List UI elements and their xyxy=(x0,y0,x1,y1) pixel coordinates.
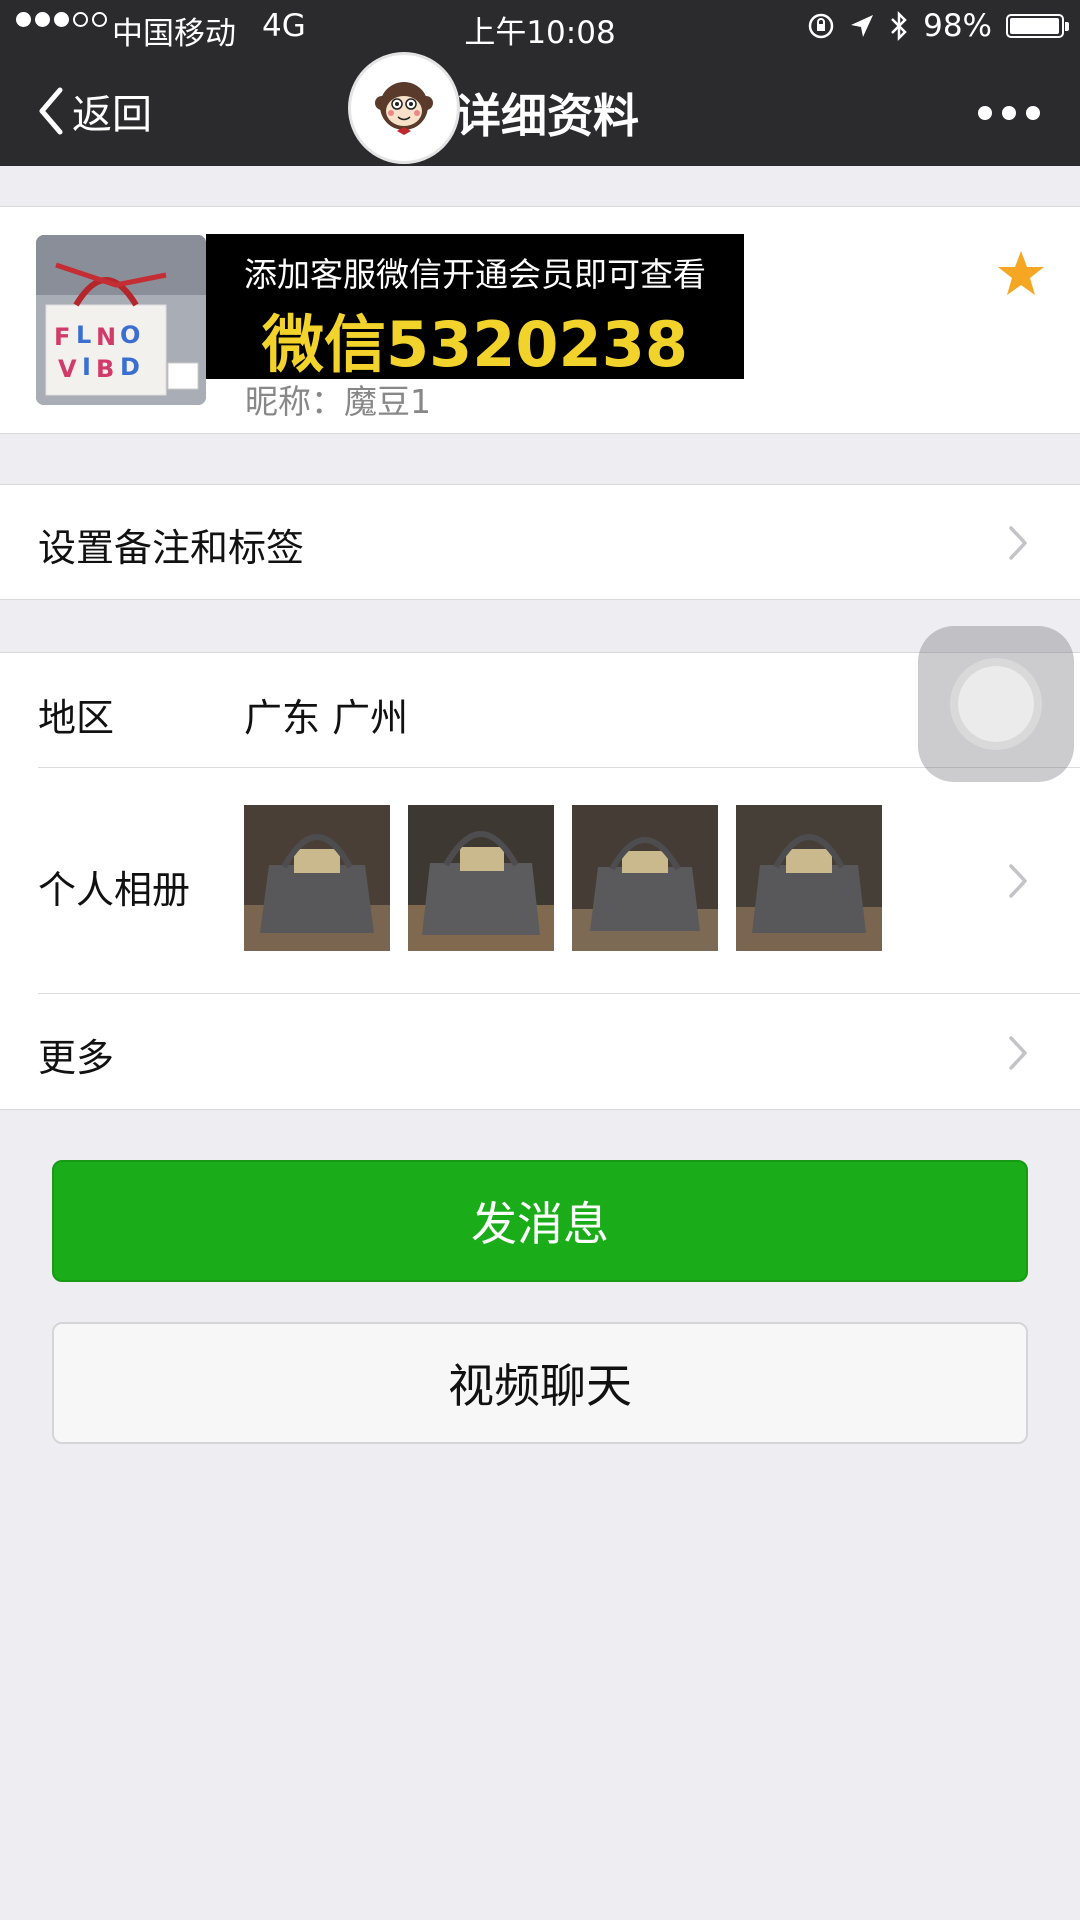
chevron-right-icon xyxy=(1009,1036,1027,1070)
more-dots-icon[interactable] xyxy=(978,106,1040,120)
battery-icon xyxy=(1006,14,1069,38)
monkey-logo xyxy=(348,52,460,164)
chevron-right-icon xyxy=(1009,526,1027,560)
location-arrow-icon xyxy=(851,15,874,37)
bluetooth-icon xyxy=(891,10,907,42)
album-photo[interactable] xyxy=(244,805,390,951)
region-value: 广东 广州 xyxy=(244,696,409,740)
nav-bar: 返回 详细资料 xyxy=(0,54,1080,166)
send-message-button[interactable]: 发消息 xyxy=(52,1160,1028,1282)
chevron-left-icon xyxy=(39,87,63,135)
lock-rotation-icon xyxy=(808,13,834,39)
remark-row[interactable]: 设置备注和标签 xyxy=(0,484,1080,600)
svg-text:D: D xyxy=(120,353,140,381)
page-title: 详细资料 xyxy=(455,89,639,143)
svg-text:L: L xyxy=(76,321,91,349)
svg-text:F: F xyxy=(54,323,70,351)
svg-text:I: I xyxy=(82,353,91,381)
promo-text: 添加客服微信开通会员即可查看 xyxy=(244,255,706,294)
svg-text:V: V xyxy=(58,355,77,383)
album-photo[interactable] xyxy=(736,805,882,951)
album-photo[interactable] xyxy=(408,805,554,951)
svg-text:O: O xyxy=(120,321,140,349)
album-photo[interactable] xyxy=(572,805,718,951)
status-icons: 98% xyxy=(807,8,1069,44)
status-bar: 中国移动 4G 上午10:08 98% xyxy=(0,0,1080,54)
assistive-touch-icon xyxy=(958,666,1034,742)
promo-wechat-id: 微信5320238 xyxy=(262,308,688,381)
chevron-right-icon xyxy=(1009,864,1027,898)
region-label: 地区 xyxy=(38,696,115,740)
battery-percent: 98% xyxy=(923,8,992,44)
back-label: 返回 xyxy=(72,92,152,138)
avatar[interactable]: F L N O V I B D xyxy=(36,235,206,405)
back-button[interactable]: 返回 xyxy=(36,82,152,140)
svg-text:B: B xyxy=(96,355,114,383)
assistive-touch-button[interactable] xyxy=(918,626,1074,782)
star-icon[interactable] xyxy=(996,249,1046,297)
remark-label: 设置备注和标签 xyxy=(38,526,305,570)
video-chat-button[interactable]: 视频聊天 xyxy=(52,1322,1028,1444)
svg-text:N: N xyxy=(96,323,116,351)
promo-banner: 添加客服微信开通会员即可查看 微信5320238 xyxy=(206,234,744,381)
more-row[interactable] xyxy=(0,993,1080,1107)
more-label: 更多 xyxy=(38,1036,115,1080)
